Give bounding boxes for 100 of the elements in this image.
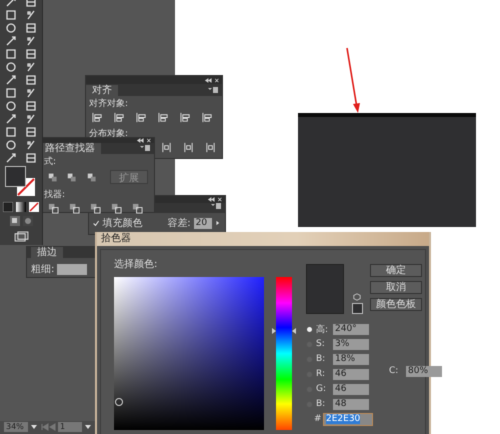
collapse-close-icon[interactable] <box>136 138 152 143</box>
tool-icon[interactable] <box>5 48 17 60</box>
tool-icon[interactable] <box>5 61 17 73</box>
draw-mode-icon[interactable] <box>10 216 20 226</box>
tool-icon[interactable] <box>25 74 37 86</box>
pathfinder-icon[interactable] <box>48 203 59 214</box>
panel-menu-icon[interactable] <box>211 203 221 210</box>
value-field[interactable]: 48 <box>333 398 369 410</box>
field-label: S: <box>316 339 326 349</box>
dropdown-icon[interactable] <box>84 423 92 431</box>
field-label: R: <box>316 369 326 379</box>
screen-mode-icon[interactable] <box>14 231 28 242</box>
value-field[interactable]: 240° <box>333 324 369 334</box>
shape-mode-icon[interactable] <box>86 172 96 182</box>
tool-icon[interactable] <box>5 126 17 138</box>
field-label: G: <box>316 384 328 394</box>
hue-slider[interactable] <box>272 277 296 430</box>
field-label: # <box>314 414 320 424</box>
tool-icon[interactable] <box>25 61 37 73</box>
hex-field[interactable]: 2E2E30 <box>323 412 373 426</box>
tool-icon[interactable] <box>25 48 37 60</box>
pathfinder-icon[interactable] <box>69 203 80 214</box>
align-icon[interactable] <box>136 112 147 123</box>
checkbox-label: 填充颜色 <box>102 216 142 230</box>
tool-icon[interactable] <box>25 113 37 125</box>
hue-slider-thumb[interactable] <box>272 328 296 334</box>
field-label: C: <box>389 366 400 376</box>
color-field[interactable] <box>114 277 264 430</box>
tool-icon[interactable] <box>5 35 17 47</box>
draw-mode-icon[interactable] <box>22 216 32 226</box>
tool-icon[interactable] <box>5 113 17 125</box>
field-label: B: <box>316 399 326 409</box>
panel-tab[interactable]: 路径查找器 <box>43 143 101 154</box>
section-label: 对齐对象: <box>88 98 128 109</box>
collapse-close-icon[interactable] <box>204 78 220 82</box>
dropdown-icon[interactable] <box>30 423 38 431</box>
tolerance-label: 容差: <box>167 216 191 230</box>
tool-icon[interactable] <box>25 152 37 164</box>
distribute-icon[interactable] <box>205 142 216 153</box>
checkbox[interactable] <box>93 218 100 228</box>
dialog-button[interactable]: 确定 <box>370 264 422 277</box>
weight-label: 粗细: <box>31 263 54 276</box>
value-field[interactable]: 80% <box>406 366 442 376</box>
pathfinder-icon[interactable] <box>111 203 122 214</box>
value-field[interactable]: 46 <box>333 368 369 380</box>
fill-swatch[interactable] <box>5 166 26 187</box>
shape-mode-icon[interactable] <box>67 172 77 182</box>
web-color-swatch[interactable] <box>352 303 362 314</box>
annotation-arrow <box>346 48 360 113</box>
section-label: 找器: <box>43 188 66 200</box>
value-field[interactable]: 3% <box>333 338 369 350</box>
panel-tab[interactable]: 描边 <box>31 247 63 258</box>
section-label: 分布对象: <box>88 128 128 139</box>
color-preview <box>306 264 344 314</box>
zoom-field[interactable]: 34% <box>4 422 28 432</box>
page-field[interactable]: 1 <box>58 422 82 432</box>
tool-icon[interactable] <box>5 100 17 112</box>
distribute-icon[interactable] <box>161 142 172 153</box>
align-icon[interactable] <box>92 112 103 123</box>
radio-button[interactable] <box>306 326 313 332</box>
tolerance-field[interactable]: 20 <box>194 218 212 228</box>
align-icon[interactable] <box>202 112 213 123</box>
tool-icon[interactable] <box>25 139 37 151</box>
field-label: B: <box>316 354 326 364</box>
section-label: 式: <box>43 156 56 167</box>
gradient-mode-icon[interactable] <box>16 202 26 212</box>
pathfinder-icon[interactable] <box>90 203 101 214</box>
tool-icon[interactable] <box>25 100 37 112</box>
value-field[interactable]: 46 <box>333 384 369 394</box>
distribute-icon[interactable] <box>183 142 194 153</box>
tool-icon[interactable] <box>5 139 17 151</box>
weight-field[interactable] <box>57 264 88 274</box>
tool-icon[interactable] <box>5 9 17 21</box>
tool-icon[interactable] <box>5 22 17 34</box>
tool-icon[interactable] <box>25 87 37 99</box>
tool-icon[interactable] <box>5 87 17 99</box>
align-icon[interactable] <box>180 112 191 123</box>
dropdown-icon[interactable] <box>215 219 221 227</box>
color-cursor[interactable] <box>115 398 123 406</box>
color-mode-icon[interactable] <box>3 202 13 212</box>
panel-tab[interactable]: 对齐 <box>86 85 118 96</box>
align-icon[interactable] <box>158 112 169 123</box>
value-field[interactable]: 18% <box>333 354 369 364</box>
cube-icon[interactable] <box>353 293 361 301</box>
tool-icon[interactable] <box>25 35 37 47</box>
prompt-label: 选择颜色: <box>114 259 158 270</box>
tool-icon[interactable] <box>25 22 37 34</box>
tool-icon[interactable] <box>25 9 37 21</box>
pathfinder-icon[interactable] <box>132 203 143 214</box>
tool-icon[interactable] <box>25 126 37 138</box>
none-mode-icon[interactable] <box>29 202 39 212</box>
tool-icon[interactable] <box>5 74 17 86</box>
panel-menu-icon[interactable] <box>208 87 218 93</box>
dialog-button[interactable]: 颜色色板 <box>370 298 422 311</box>
collapse-close-icon[interactable] <box>207 196 223 202</box>
tool-icon[interactable] <box>5 152 17 164</box>
dialog-button[interactable]: 取消 <box>370 281 422 294</box>
panel-menu-icon[interactable] <box>140 145 150 151</box>
shape-mode-icon[interactable] <box>48 172 58 182</box>
align-icon[interactable] <box>114 112 125 123</box>
